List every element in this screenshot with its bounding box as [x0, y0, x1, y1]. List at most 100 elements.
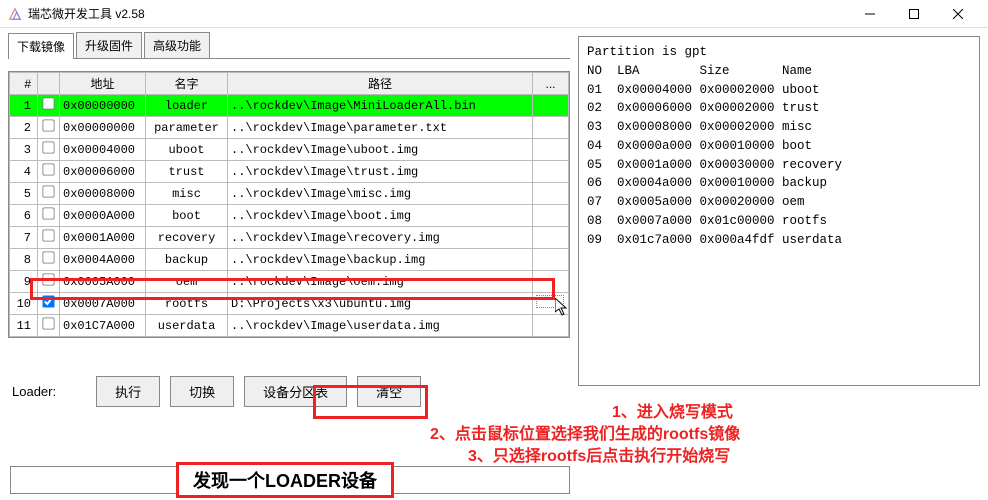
row-browse[interactable] — [533, 139, 569, 161]
loader-label: Loader: — [12, 384, 56, 399]
row-name[interactable]: recovery — [146, 227, 228, 249]
row-browse[interactable] — [533, 161, 569, 183]
row-name[interactable]: oem — [146, 271, 228, 293]
row-path[interactable]: ..\rockdev\Image\MiniLoaderAll.bin — [228, 95, 533, 117]
row-browse[interactable] — [533, 293, 569, 315]
row-num: 3 — [10, 139, 38, 161]
clear-button[interactable]: 清空 — [357, 376, 421, 407]
row-checkbox-cell[interactable] — [38, 293, 60, 315]
tab-upgrade[interactable]: 升级固件 — [76, 32, 142, 58]
row-path[interactable]: ..\rockdev\Image\parameter.txt — [228, 117, 533, 139]
table-row[interactable]: 60x0000A000boot..\rockdev\Image\boot.img — [10, 205, 569, 227]
row-checkbox[interactable] — [42, 229, 54, 241]
row-name[interactable]: parameter — [146, 117, 228, 139]
row-name[interactable]: rootfs — [146, 293, 228, 315]
row-addr[interactable]: 0x0001A000 — [60, 227, 146, 249]
table-row[interactable]: 70x0001A000recovery..\rockdev\Image\reco… — [10, 227, 569, 249]
run-button[interactable]: 执行 — [96, 376, 160, 407]
row-path[interactable]: ..\rockdev\Image\backup.img — [228, 249, 533, 271]
row-name[interactable]: boot — [146, 205, 228, 227]
left-panel: 下载镜像 升级固件 高级功能 # 地址 名字 路径 ... 1 0x0000000… — [8, 32, 570, 407]
row-browse[interactable] — [533, 249, 569, 271]
row-browse[interactable] — [533, 95, 569, 117]
window-title: 瑞芯微开发工具 v2.58 — [28, 5, 848, 22]
row-checkbox[interactable] — [42, 317, 54, 329]
partition-button[interactable]: 设备分区表 — [244, 376, 347, 407]
row-addr[interactable]: 0x00000000 — [60, 95, 146, 117]
row-browse[interactable] — [533, 205, 569, 227]
row-name[interactable]: backup — [146, 249, 228, 271]
row-name[interactable]: userdata — [146, 315, 228, 337]
col-header-addr[interactable]: 地址 — [60, 73, 146, 95]
maximize-button[interactable] — [892, 0, 936, 28]
tab-advanced[interactable]: 高级功能 — [144, 32, 210, 58]
table-row[interactable]: 40x00006000trust..\rockdev\Image\trust.i… — [10, 161, 569, 183]
table-row[interactable]: 50x00008000misc..\rockdev\Image\misc.img — [10, 183, 569, 205]
row-path[interactable]: ..\rockdev\Image\trust.img — [228, 161, 533, 183]
row-browse[interactable] — [533, 315, 569, 337]
row-addr[interactable]: 0x00000000 — [60, 117, 146, 139]
row-checkbox-cell[interactable] — [38, 271, 60, 293]
row-checkbox-cell[interactable] — [38, 183, 60, 205]
col-header-name[interactable]: 名字 — [146, 73, 228, 95]
row-path[interactable]: D:\Projects\x3\ubuntu.img — [228, 293, 533, 315]
row-num: 1 — [10, 95, 38, 117]
row-checkbox[interactable] — [42, 163, 54, 175]
row-browse[interactable] — [533, 117, 569, 139]
row-checkbox[interactable] — [42, 97, 54, 109]
col-header-ext[interactable]: ... — [533, 73, 569, 95]
table-row[interactable]: 1 0x00000000loader..\rockdev\Image\MiniLo… — [10, 95, 569, 117]
row-path[interactable]: ..\rockdev\Image\recovery.img — [228, 227, 533, 249]
row-checkbox-cell[interactable] — [38, 249, 60, 271]
row-addr[interactable]: 0x0004A000 — [60, 249, 146, 271]
row-checkbox-cell[interactable] — [38, 117, 60, 139]
table-row[interactable]: 90x0005A000oem..\rockdev\Image\oem.img — [10, 271, 569, 293]
table-row[interactable]: 100x0007A000rootfsD:\Projects\x3\ubuntu.… — [10, 293, 569, 315]
tab-download[interactable]: 下载镜像 — [8, 33, 74, 59]
row-path[interactable]: ..\rockdev\Image\misc.img — [228, 183, 533, 205]
titlebar: 瑞芯微开发工具 v2.58 — [0, 0, 988, 28]
row-checkbox[interactable] — [42, 207, 54, 219]
row-checkbox[interactable] — [42, 141, 54, 153]
annotation-2: 2、点击鼠标位置选择我们生成的rootfs镜像 — [430, 420, 740, 444]
row-checkbox-cell[interactable] — [38, 139, 60, 161]
row-path[interactable]: ..\rockdev\Image\boot.img — [228, 205, 533, 227]
row-checkbox[interactable] — [42, 185, 54, 197]
row-browse[interactable] — [533, 227, 569, 249]
row-checkbox-cell[interactable] — [38, 95, 60, 117]
row-addr[interactable]: 0x01C7A000 — [60, 315, 146, 337]
row-browse[interactable] — [533, 271, 569, 293]
table-row[interactable]: 110x01C7A000userdata..\rockdev\Image\use… — [10, 315, 569, 337]
close-button[interactable] — [936, 0, 980, 28]
table-row[interactable]: 3 0x00004000uboot..\rockdev\Image\uboot.i… — [10, 139, 569, 161]
row-checkbox[interactable] — [42, 273, 54, 285]
row-path[interactable]: ..\rockdev\Image\oem.img — [228, 271, 533, 293]
row-checkbox[interactable] — [42, 119, 54, 131]
table-row[interactable]: 80x0004A000backup..\rockdev\Image\backup… — [10, 249, 569, 271]
row-name[interactable]: loader — [146, 95, 228, 117]
row-checkbox-cell[interactable] — [38, 161, 60, 183]
row-name[interactable]: uboot — [146, 139, 228, 161]
row-path[interactable]: ..\rockdev\Image\userdata.img — [228, 315, 533, 337]
table-row[interactable]: 20x00000000parameter..\rockdev\Image\par… — [10, 117, 569, 139]
row-addr[interactable]: 0x00004000 — [60, 139, 146, 161]
row-checkbox-cell[interactable] — [38, 205, 60, 227]
col-header-num[interactable]: # — [10, 73, 38, 95]
row-addr[interactable]: 0x00006000 — [60, 161, 146, 183]
row-name[interactable]: misc — [146, 183, 228, 205]
row-addr[interactable]: 0x00008000 — [60, 183, 146, 205]
row-addr[interactable]: 0x0005A000 — [60, 271, 146, 293]
col-header-chk[interactable] — [38, 73, 60, 95]
col-header-path[interactable]: 路径 — [228, 73, 533, 95]
minimize-button[interactable] — [848, 0, 892, 28]
row-addr[interactable]: 0x0000A000 — [60, 205, 146, 227]
row-checkbox[interactable] — [42, 295, 54, 307]
row-checkbox[interactable] — [42, 251, 54, 263]
row-path[interactable]: ..\rockdev\Image\uboot.img — [228, 139, 533, 161]
row-checkbox-cell[interactable] — [38, 315, 60, 337]
row-checkbox-cell[interactable] — [38, 227, 60, 249]
switch-button[interactable]: 切换 — [170, 376, 234, 407]
row-addr[interactable]: 0x0007A000 — [60, 293, 146, 315]
row-browse[interactable] — [533, 183, 569, 205]
row-name[interactable]: trust — [146, 161, 228, 183]
